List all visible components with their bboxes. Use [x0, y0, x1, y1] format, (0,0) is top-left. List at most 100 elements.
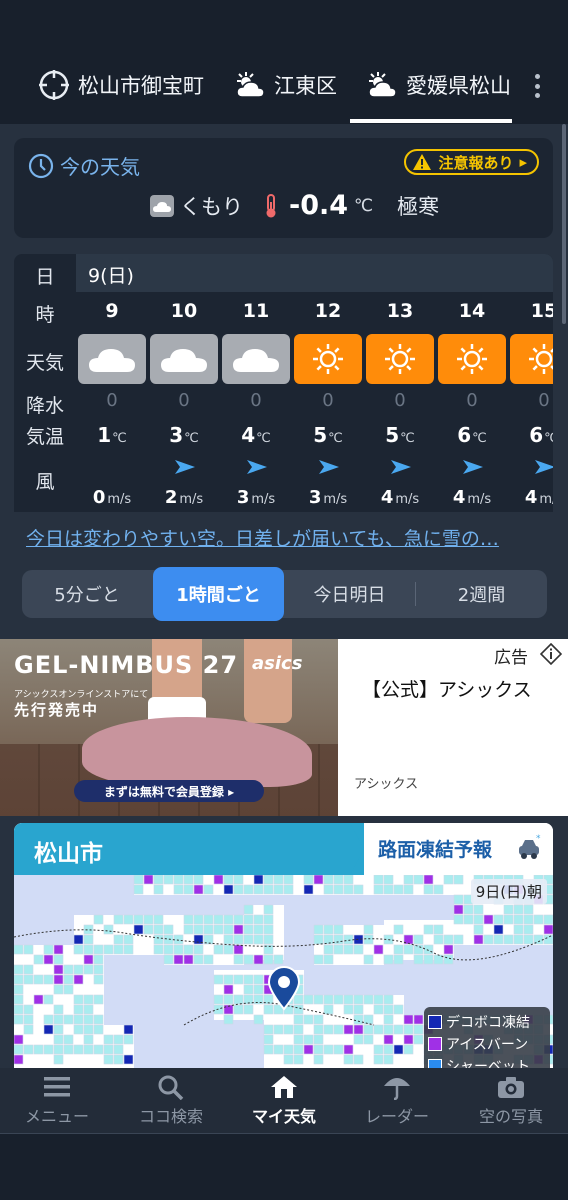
location-tab-0[interactable]: 松山市御宝町 — [38, 66, 208, 104]
road-freeze-title: 路面凍結予報 — [378, 839, 493, 861]
ad-title[interactable]: 【公式】アシックス — [362, 675, 532, 702]
interval-selector: 5分ごと 1時間ごと 今日明日 2週間 — [22, 567, 547, 621]
current-weather-title-text: 今の天気 — [60, 155, 140, 179]
more-options-icon[interactable] — [528, 70, 546, 102]
interval-hourly[interactable]: 1時間ごと — [153, 567, 284, 621]
wind-number: 3 — [308, 487, 322, 508]
temp-value: 6℃ — [436, 423, 508, 447]
temp-number: 4 — [241, 423, 256, 447]
hour-label: 13 — [386, 300, 414, 322]
temp-number: 1 — [97, 423, 112, 447]
wind-value: 4m/s — [508, 487, 553, 508]
nav-my-weather[interactable]: マイ天気 — [229, 1074, 339, 1127]
nav-label: マイ天気 — [251, 1107, 316, 1126]
hour-column: 12 0 5℃ 3 m/s — [292, 292, 364, 512]
road-freeze-card[interactable]: 松山市 路面凍結予報 * 9日(日)朝 デコボコ凍結 アイスバーン シャーベット — [14, 823, 553, 1068]
precip-value: 0 — [466, 390, 478, 411]
wind-unit: m/s — [467, 492, 492, 507]
nav-menu[interactable]: メニュー — [2, 1074, 112, 1127]
location-tab-2[interactable]: 愛媛県松山市 — [366, 66, 512, 104]
freeze-map[interactable]: 9日(日)朝 デコボコ凍結 アイスバーン シャーベット — [14, 875, 553, 1068]
clock-icon — [28, 153, 54, 178]
ad-headline: GEL-NIMBUS 27 — [14, 651, 239, 679]
legend-item: デコボコ凍結 — [428, 1011, 546, 1033]
nav-label: 空の写真 — [478, 1107, 543, 1126]
current-temperature: -0.4 — [289, 190, 349, 221]
wind-arrow-icon — [319, 460, 339, 474]
wind-number: 4 — [452, 487, 466, 508]
location-pin-icon — [267, 966, 301, 1011]
row-label-date: 日 — [35, 266, 55, 288]
legend-label: デコボコ凍結 — [446, 1015, 530, 1031]
hourly-forecast-table[interactable]: 日 時 天気 降水 気温 風 9(日) 9 0 1℃ 0 m/s 10 0 3℃ 2 m/s 11 0… — [14, 254, 553, 512]
hour-column: 15 0 6℃ 4m/s — [508, 292, 553, 512]
interval-5min[interactable]: 5分ごと — [22, 570, 152, 618]
temp-value: 4℃ — [220, 423, 292, 447]
ad-cta-button[interactable]: まずは無料で会員登録 ▸ — [74, 780, 264, 802]
location-tab-1[interactable]: 江東区 — [234, 66, 344, 104]
wind-unit: m/s — [251, 492, 276, 507]
current-condition-text: くもり — [180, 194, 243, 219]
row-label-weather: 天気 — [25, 352, 64, 374]
interval-today-tomorrow[interactable]: 今日明日 — [284, 570, 415, 618]
wind-value: 4m/s — [364, 487, 436, 508]
wind-arrow-icon — [535, 460, 553, 474]
hour-column: 9 0 1℃ 0 m/s — [76, 292, 148, 512]
bottom-navigation: メニュー ココ検索 マイ天気 レーダー 空の写真 — [0, 1068, 568, 1134]
legend-label: シャーベット — [446, 1059, 530, 1068]
row-label-hour: 時 — [35, 304, 55, 326]
legend-label: アイスバーン — [446, 1037, 529, 1053]
wind-number: 0 — [92, 487, 106, 508]
scrollbar[interactable] — [562, 124, 566, 324]
hour-column: 11 0 4℃ 3 m/s — [220, 292, 292, 512]
nav-search[interactable]: ココ検索 — [116, 1074, 226, 1127]
hour-label: 11 — [242, 300, 270, 322]
cloud-icon — [150, 194, 174, 217]
nav-radar[interactable]: レーダー — [342, 1074, 452, 1127]
forecast-comment-link[interactable]: 今日は変わりやすい空。日差しが届いても、急に雪の… — [26, 524, 538, 551]
precip-value: 0 — [250, 390, 262, 411]
legend-swatch — [428, 1059, 442, 1068]
temp-unit: ℃ — [184, 431, 199, 446]
location-tab-label: 江東区 — [274, 74, 337, 98]
hour-label: 10 — [170, 300, 198, 322]
temp-number: 5 — [313, 423, 328, 447]
cloud-icon — [78, 334, 146, 384]
interval-2weeks[interactable]: 2週間 — [416, 570, 547, 618]
precip-value: 0 — [106, 390, 118, 411]
ad-advertiser: アシックス — [354, 777, 419, 792]
wind-arrow-icon — [463, 460, 483, 474]
location-tab-label: 愛媛県松山市 — [406, 74, 512, 98]
row-label-precip: 降水 — [25, 395, 64, 417]
temp-number: 6 — [529, 423, 544, 447]
nav-sky-photos[interactable]: 空の写真 — [456, 1074, 566, 1127]
date-label: 9(日) — [88, 265, 134, 287]
ad-subline: 先行発売中 — [14, 701, 100, 719]
wind-unit: m/s — [179, 492, 204, 507]
target-icon — [39, 70, 69, 100]
temp-unit: ℃ — [112, 431, 127, 446]
temp-value: 6℃ — [508, 423, 553, 447]
hour-label: 15 — [530, 300, 553, 322]
alert-badge[interactable]: 注意報あり ▸ — [404, 149, 539, 175]
ad-leg — [244, 639, 292, 723]
location-tab-bar: 松山市御宝町 江東区 愛媛県松山市 — [0, 56, 568, 124]
cloud-icon — [222, 334, 290, 384]
ad-image[interactable]: GEL-NIMBUS 27 asics アシックスオンラインストアにて 先行発売… — [0, 639, 338, 816]
sun-behind-cloud-icon — [236, 72, 265, 98]
nav-label: レーダー — [364, 1107, 429, 1126]
hour-column: 10 0 3℃ 2 m/s — [148, 292, 220, 512]
temp-number: 6 — [457, 423, 472, 447]
temp-unit: ℃ — [256, 431, 271, 446]
wind-unit: m/s — [395, 492, 420, 507]
ad-banner[interactable]: GEL-NIMBUS 27 asics アシックスオンラインストアにて 先行発売… — [0, 639, 568, 816]
wind-unit: m/s — [107, 492, 132, 507]
sun-icon — [366, 334, 434, 384]
current-conditions: くもり -0.4 ℃ 極寒 — [150, 190, 439, 221]
umbrella-icon — [384, 1078, 410, 1100]
active-tab-indicator — [350, 119, 512, 123]
map-date-label: 9日(日)朝 — [470, 879, 547, 904]
legend-swatch — [428, 1015, 442, 1029]
hour-label: 14 — [458, 300, 486, 322]
info-icon[interactable] — [540, 643, 562, 665]
